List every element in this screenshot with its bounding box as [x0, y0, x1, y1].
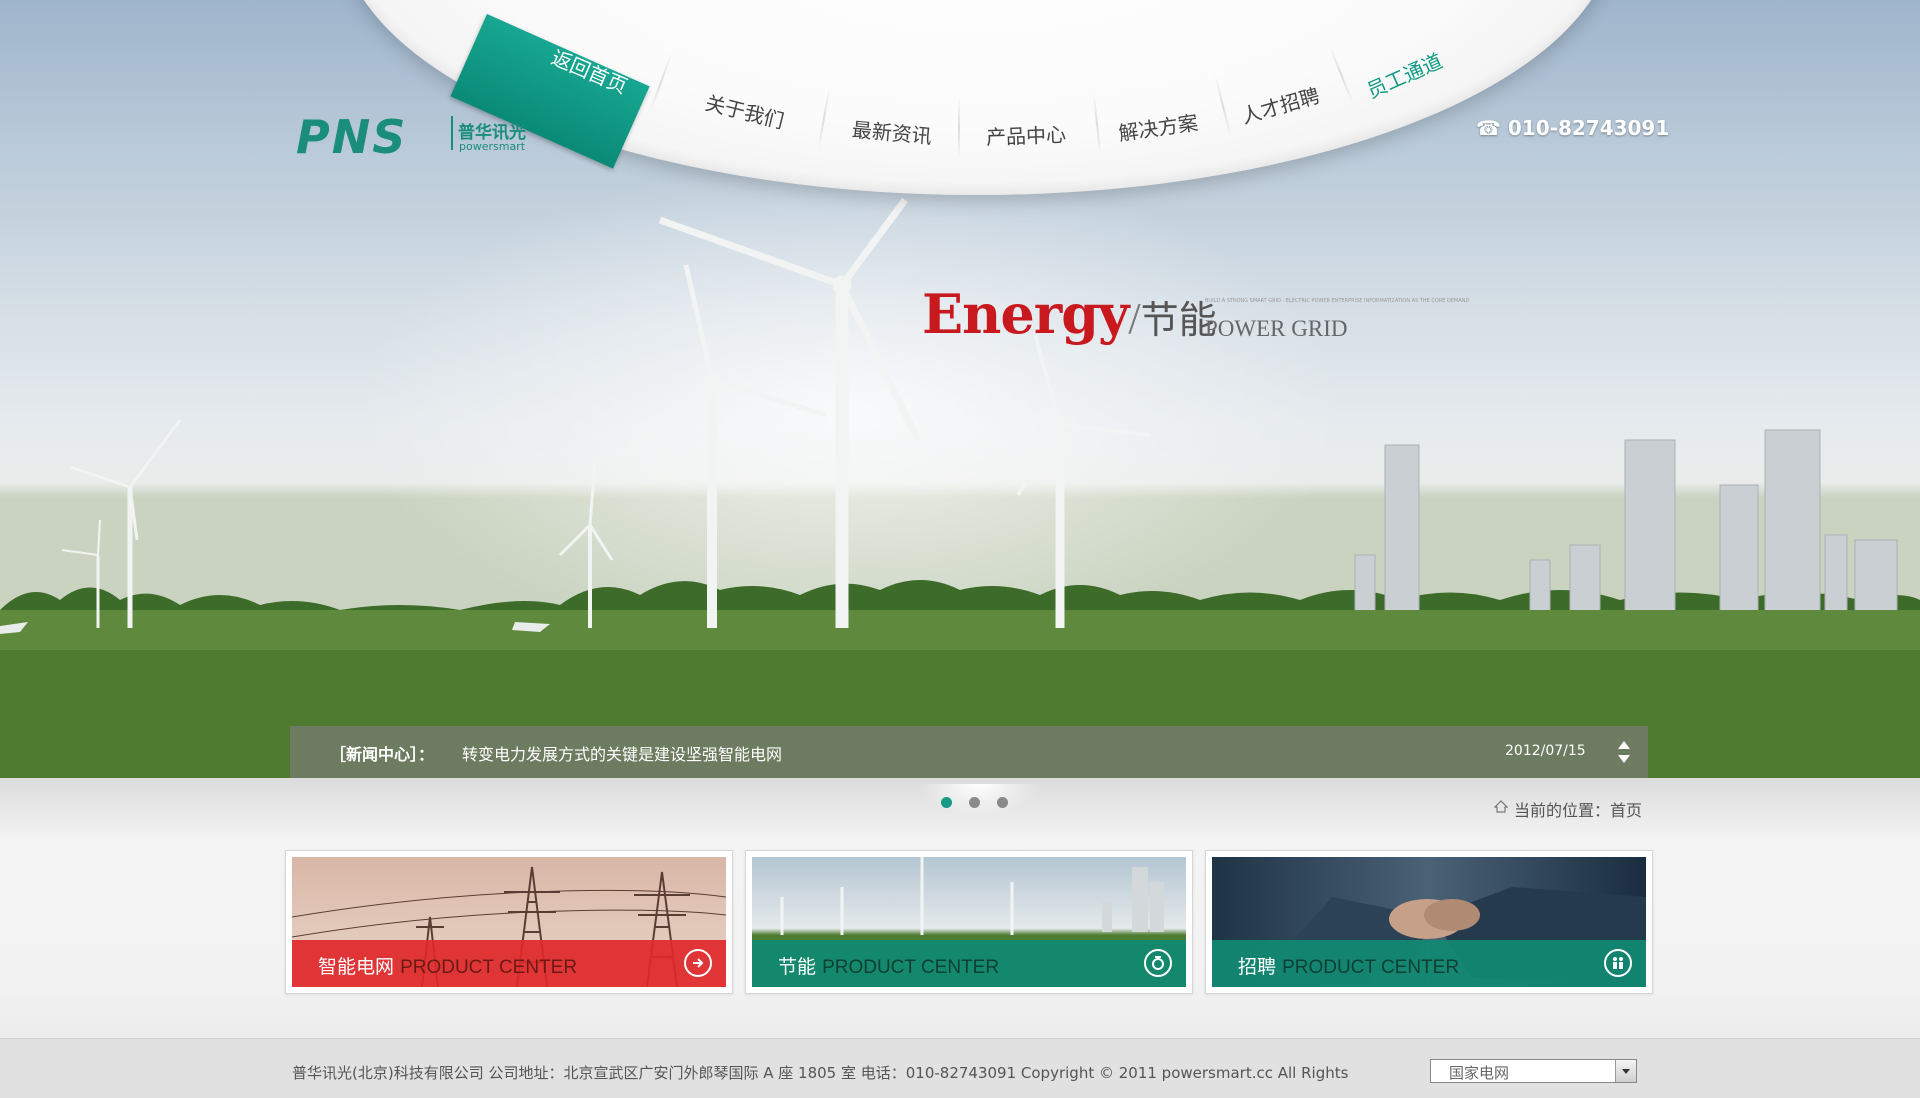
- logo[interactable]: PNS 普华讯光 powersmart: [296, 110, 526, 164]
- phone-number: ☎ 010-82743091: [1476, 116, 1669, 140]
- slider-dots: [918, 784, 1040, 816]
- slogan-english: Energy: [922, 282, 1129, 346]
- card-title-en: PRODUCT CENTER: [822, 957, 1000, 978]
- card-strip: 节能 PRODUCT CENTER: [752, 940, 1186, 987]
- news-ticker: ［新闻中心］： 转变电力发展方式的关键是建设坚强智能电网 2012/07/15: [290, 726, 1648, 778]
- card-title-en: PRODUCT CENTER: [400, 957, 578, 978]
- energy-circle-icon[interactable]: [1144, 949, 1172, 977]
- slogan-slash: /: [1128, 294, 1141, 343]
- logo-english-name: powersmart: [459, 140, 526, 153]
- nav-products[interactable]: 产品中心: [986, 119, 1067, 151]
- card-smart-grid[interactable]: 智能电网 PRODUCT CENTER: [285, 850, 733, 994]
- arrow-circle-icon[interactable]: [684, 949, 712, 977]
- card-title: 节能 PRODUCT CENTER: [778, 952, 999, 979]
- people-circle-icon[interactable]: [1604, 949, 1632, 977]
- news-label: ［新闻中心］：: [330, 745, 435, 764]
- news-date: 2012/07/15: [1505, 743, 1586, 759]
- news-headline[interactable]: 转变电力发展方式的关键是建设坚强智能电网: [462, 741, 782, 765]
- breadcrumb: 当前的位置：首页: [1514, 797, 1642, 821]
- card-title: 招聘 PRODUCT CENTER: [1238, 952, 1459, 979]
- card-energy[interactable]: 节能 PRODUCT CENTER: [745, 850, 1193, 994]
- slider-dot-2[interactable]: [969, 797, 980, 808]
- card-recruitment[interactable]: 招聘 PRODUCT CENTER: [1205, 850, 1653, 994]
- slider-dot-3[interactable]: [997, 797, 1008, 808]
- logo-mark: PNS: [296, 110, 408, 164]
- card-title-cn: 智能电网: [318, 956, 395, 978]
- slogan-fine-print: BUILD A STRONG SMART GRID · ELECTRIC POW…: [1205, 298, 1470, 304]
- footer: 普华讯光(北京)科技有限公司 公司地址：北京宣武区广安门外郎琴国际 A 座 18…: [0, 1038, 1920, 1098]
- footer-copyright: 普华讯光(北京)科技有限公司 公司地址：北京宣武区广安门外郎琴国际 A 座 18…: [292, 1064, 1349, 1082]
- card-title: 智能电网 PRODUCT CENTER: [318, 952, 577, 979]
- up-down-arrows-icon[interactable]: [1617, 739, 1631, 765]
- logo-divider: [451, 116, 453, 150]
- breadcrumb-text: 当前的位置：首页: [1514, 801, 1643, 820]
- card-title-cn: 招聘: [1238, 956, 1277, 978]
- hero-slogan: Energy/节能 BUILD A STRONG SMART GRID · EL…: [922, 282, 1469, 346]
- card-title-en: PRODUCT CENTER: [1282, 957, 1460, 978]
- phone-icon: ☎: [1476, 116, 1501, 140]
- chevron-down-icon[interactable]: [1615, 1060, 1636, 1082]
- links-select-value: 国家电网: [1449, 1064, 1510, 1082]
- phone-text: 010-82743091: [1507, 116, 1670, 140]
- nav-separator: [958, 96, 960, 160]
- links-select[interactable]: 国家电网: [1430, 1059, 1637, 1083]
- slogan-sub: POWER GRID: [1205, 316, 1348, 341]
- card-strip: 智能电网 PRODUCT CENTER: [292, 940, 726, 987]
- slider-dot-1[interactable]: [941, 797, 952, 808]
- home-icon: [1494, 800, 1508, 813]
- hero-banner: 返回首页 关于我们 最新资讯 产品中心 解决方案 人才招聘 员工通道 PNS 普…: [0, 0, 1920, 778]
- card-strip: 招聘 PRODUCT CENTER: [1212, 940, 1646, 987]
- card-title-cn: 节能: [778, 956, 817, 978]
